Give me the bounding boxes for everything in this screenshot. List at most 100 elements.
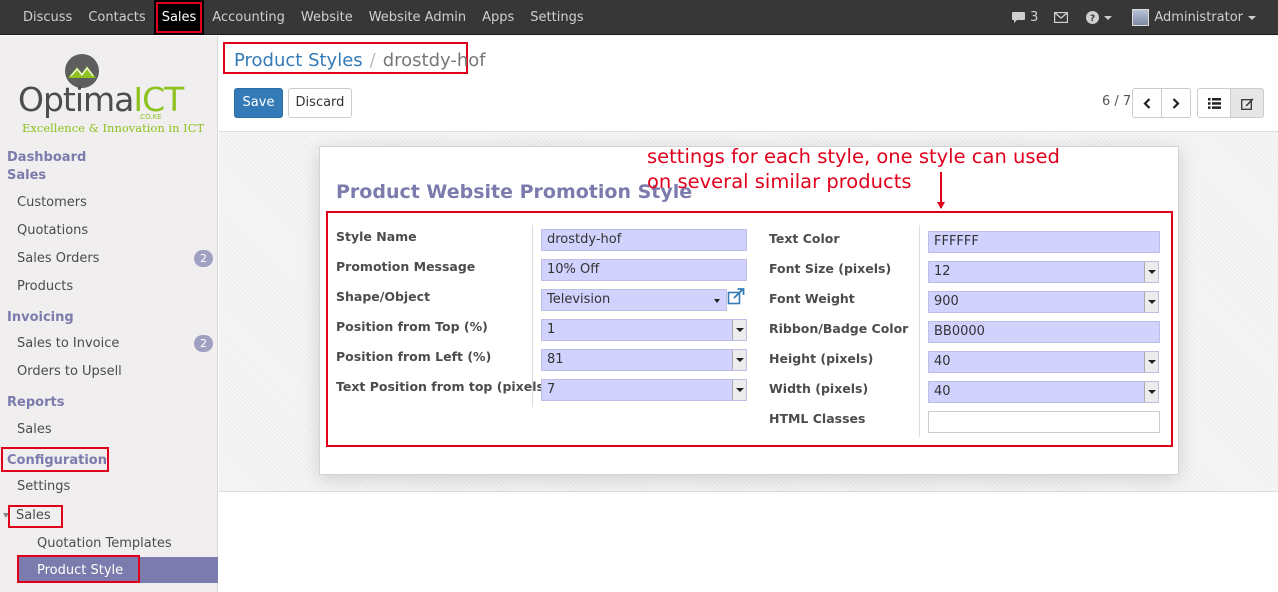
html-classes-input[interactable] bbox=[928, 411, 1160, 433]
html-classes-label: HTML Classes bbox=[769, 411, 866, 426]
sidebar-item-sales-to-invoice[interactable]: Sales to Invoice bbox=[17, 336, 119, 351]
sidebar-section-sales: Sales bbox=[7, 168, 47, 183]
width-value: 40 bbox=[934, 384, 951, 399]
text-position-top-input[interactable]: 7 bbox=[541, 379, 747, 401]
external-link-icon[interactable] bbox=[727, 288, 745, 306]
breadcrumb: Product Styles / drostdy-hof bbox=[223, 42, 486, 74]
text-color-input[interactable]: FFFFFF bbox=[928, 231, 1160, 253]
column-divider bbox=[919, 225, 920, 437]
ribbon-color-input[interactable]: BB0000 bbox=[928, 321, 1160, 343]
chat-button[interactable]: 3 bbox=[1011, 10, 1038, 25]
form-sheet: Product Website Promotion Style settings… bbox=[319, 144, 1179, 475]
annotation-line-2: on several similar products bbox=[647, 170, 912, 193]
pager-value: 6 / 7 bbox=[1102, 94, 1132, 109]
position-top-input[interactable]: 1 bbox=[541, 319, 747, 341]
sidebar-item-settings[interactable]: Settings bbox=[17, 479, 70, 494]
list-icon bbox=[1207, 97, 1221, 109]
menu-discuss[interactable]: Discuss bbox=[0, 0, 80, 35]
text-position-top-label: Text Position from top (pixels) bbox=[336, 379, 550, 394]
edit-icon bbox=[1240, 98, 1253, 110]
chevron-down-icon bbox=[1248, 15, 1256, 20]
shape-object-select[interactable]: Television bbox=[541, 289, 727, 311]
chevron-down-icon bbox=[1104, 15, 1113, 20]
sales-to-invoice-count-badge: 2 bbox=[194, 335, 213, 352]
sidebar-item-config-sales[interactable]: Sales bbox=[8, 505, 63, 528]
sidebar-section-reports: Reports bbox=[7, 395, 65, 410]
height-label: Height (pixels) bbox=[769, 351, 874, 366]
sidebar-item-customers[interactable]: Customers bbox=[17, 195, 87, 210]
form-background: Product Website Promotion Style settings… bbox=[219, 131, 1278, 492]
font-weight-value: 900 bbox=[934, 294, 959, 309]
sidebar-item-orders-to-upsell[interactable]: Orders to Upsell bbox=[17, 364, 122, 379]
text-position-top-value: 7 bbox=[547, 382, 556, 397]
font-weight-input[interactable]: 900 bbox=[928, 291, 1159, 313]
user-name: Administrator bbox=[1154, 10, 1243, 25]
menu-contacts[interactable]: Contacts bbox=[80, 0, 153, 35]
style-name-label: Style Name bbox=[336, 229, 417, 244]
spinner-icon[interactable] bbox=[1144, 352, 1158, 372]
sidebar-item-sales-orders[interactable]: Sales Orders bbox=[17, 251, 99, 266]
chevron-right-icon bbox=[1172, 97, 1180, 109]
text-color-label: Text Color bbox=[769, 231, 840, 246]
position-top-value: 1 bbox=[547, 322, 556, 337]
app-menu: Discuss Contacts Sales Accounting Websit… bbox=[0, 0, 592, 35]
spinner-icon[interactable] bbox=[1144, 382, 1158, 402]
breadcrumb-parent-link[interactable]: Product Styles bbox=[234, 50, 363, 71]
width-label: Width (pixels) bbox=[769, 381, 869, 396]
chevron-down-icon bbox=[714, 299, 720, 303]
logo-domain: .CO.KE bbox=[138, 113, 162, 121]
company-logo[interactable]: OptimaICT .CO.KE Excellence & Innovation… bbox=[18, 54, 204, 154]
position-left-label: Position from Left (%) bbox=[336, 349, 492, 364]
breadcrumb-current: drostdy-hof bbox=[382, 50, 486, 71]
font-weight-label: Font Weight bbox=[769, 291, 855, 306]
top-navbar: Discuss Contacts Sales Accounting Websit… bbox=[0, 0, 1278, 35]
main-content: Product Styles / drostdy-hof Save Discard … bbox=[219, 36, 1278, 592]
user-menu[interactable]: Administrator bbox=[1132, 9, 1256, 26]
menu-settings[interactable]: Settings bbox=[522, 0, 591, 35]
promotion-message-label: Promotion Message bbox=[336, 259, 476, 274]
shape-object-value: Television bbox=[547, 292, 611, 307]
spinner-icon[interactable] bbox=[1144, 292, 1158, 312]
list-view-button[interactable] bbox=[1197, 88, 1231, 118]
pager-previous-button[interactable] bbox=[1132, 88, 1162, 118]
sidebar-item-dashboard[interactable]: Dashboard bbox=[7, 150, 86, 165]
menu-website[interactable]: Website bbox=[293, 0, 361, 35]
sidebar-section-configuration: Configuration bbox=[1, 447, 109, 472]
mail-button[interactable] bbox=[1054, 12, 1069, 23]
spinner-icon[interactable] bbox=[732, 350, 746, 370]
avatar bbox=[1132, 9, 1150, 26]
menu-accounting[interactable]: Accounting bbox=[204, 0, 293, 35]
chat-count: 3 bbox=[1030, 10, 1039, 25]
help-button[interactable]: ? bbox=[1086, 11, 1113, 24]
position-left-input[interactable]: 81 bbox=[541, 349, 747, 371]
breadcrumb-separator: / bbox=[369, 50, 376, 71]
menu-apps[interactable]: Apps bbox=[474, 0, 522, 35]
chevron-left-icon bbox=[1143, 97, 1151, 109]
form-view-button[interactable] bbox=[1230, 88, 1264, 118]
spinner-icon[interactable] bbox=[732, 320, 746, 340]
discard-button[interactable]: Discard bbox=[288, 88, 352, 118]
spinner-icon[interactable] bbox=[1144, 262, 1158, 282]
menu-sales[interactable]: Sales bbox=[153, 0, 205, 35]
promotion-message-input[interactable]: 10% Off bbox=[541, 259, 747, 281]
font-size-input[interactable]: 12 bbox=[928, 261, 1159, 283]
save-button[interactable]: Save bbox=[234, 88, 283, 118]
style-name-input[interactable]: drostdy-hof bbox=[541, 229, 747, 251]
column-divider bbox=[532, 225, 533, 407]
height-input[interactable]: 40 bbox=[928, 351, 1159, 373]
annotation-text: settings for each style, one style can u… bbox=[647, 144, 1060, 194]
annotation-arrow-icon bbox=[937, 172, 945, 209]
sidebar-item-reports-sales[interactable]: Sales bbox=[17, 422, 52, 437]
sidebar-item-quotations[interactable]: Quotations bbox=[17, 223, 88, 238]
sales-orders-count-badge: 2 bbox=[194, 250, 213, 267]
width-input[interactable]: 40 bbox=[928, 381, 1159, 403]
sidebar-item-quotation-templates[interactable]: Quotation Templates bbox=[37, 536, 172, 551]
shape-object-label: Shape/Object bbox=[336, 289, 431, 304]
help-icon: ? bbox=[1086, 11, 1100, 24]
menu-website-admin[interactable]: Website Admin bbox=[361, 0, 474, 35]
font-size-value: 12 bbox=[934, 264, 951, 279]
sidebar-item-products[interactable]: Products bbox=[17, 279, 73, 294]
spinner-icon[interactable] bbox=[732, 380, 746, 400]
pager-next-button[interactable] bbox=[1161, 88, 1191, 118]
sidebar-section-invoicing: Invoicing bbox=[7, 310, 74, 325]
